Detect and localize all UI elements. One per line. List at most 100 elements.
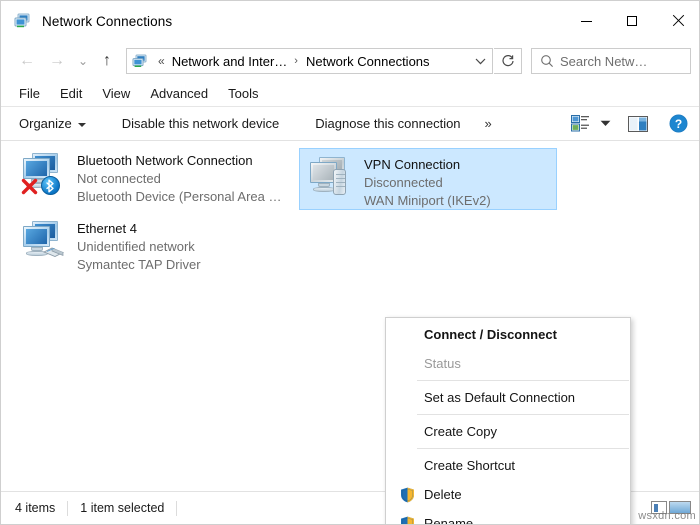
context-menu-label: Create Shortcut — [424, 458, 516, 473]
disable-network-device-button[interactable]: Disable this network device — [112, 112, 290, 135]
vpn-adapter-icon — [308, 155, 356, 200]
context-menu: Connect / Disconnect Status Set as Defau… — [385, 317, 631, 524]
context-menu-label: Set as Default Connection — [424, 390, 576, 405]
list-item-bluetooth-network-connection[interactable]: Bluetooth Network Connection Not connect… — [13, 145, 293, 212]
context-menu-item-create-copy[interactable]: Create Copy — [386, 417, 630, 446]
connection-device: Symantec TAP Driver — [77, 257, 201, 272]
close-icon — [672, 15, 684, 27]
menu-tools[interactable]: Tools — [219, 84, 267, 103]
menu-file[interactable]: File — [10, 84, 49, 103]
title-bar: Network Connections — [1, 1, 699, 41]
context-menu-item-delete[interactable]: Delete — [386, 480, 630, 509]
organize-button[interactable]: Organize — [9, 112, 96, 135]
menu-icon-slot — [395, 325, 419, 345]
connections-list: Bluetooth Network Connection Not connect… — [1, 141, 699, 524]
recent-locations-button[interactable]: ⌄ — [72, 47, 94, 75]
address-dropdown-button[interactable] — [468, 49, 492, 73]
context-menu-item-set-as-default-connection[interactable]: Set as Default Connection — [386, 383, 630, 412]
connection-text-block: VPN Connection Disconnected WAN Miniport… — [364, 155, 491, 210]
context-menu-separator — [417, 414, 629, 415]
minimize-button[interactable] — [563, 1, 609, 41]
command-toolbar: Organize Disable this network device Dia… — [1, 107, 699, 141]
refresh-button[interactable] — [494, 48, 522, 74]
context-menu-item-rename[interactable]: Rename — [386, 509, 630, 524]
search-box[interactable]: Search Netw… — [531, 48, 691, 74]
search-input-placeholder[interactable]: Search Netw… — [560, 54, 647, 69]
bluetooth-badge-icon — [41, 176, 60, 195]
menu-icon-slot — [395, 456, 419, 476]
refresh-icon — [501, 55, 514, 67]
breadcrumb: « Network and Inter… › Network Connectio… — [153, 53, 468, 70]
chevron-down-icon — [600, 120, 610, 126]
context-menu-separator — [417, 448, 629, 449]
watermark-text: wsxdn.com — [638, 510, 696, 522]
view-options-dropdown[interactable] — [595, 111, 615, 137]
uac-shield-icon — [395, 485, 419, 505]
help-button[interactable]: ? — [663, 111, 693, 137]
help-icon: ? — [669, 114, 687, 133]
context-menu-item-status: Status — [386, 349, 630, 378]
minimize-icon — [580, 20, 592, 22]
preview-pane-button[interactable] — [623, 111, 653, 137]
view-options-button[interactable] — [565, 111, 595, 137]
list-item-ethernet-4[interactable]: Ethernet 4 Unidentified network Symantec… — [13, 213, 293, 280]
status-divider — [176, 500, 178, 516]
diagnose-connection-button[interactable]: Diagnose this connection — [305, 112, 470, 135]
connection-name: Bluetooth Network Connection — [77, 153, 253, 168]
breadcrumb-separator: › — [294, 55, 298, 67]
context-menu-label: Create Copy — [424, 424, 497, 439]
menu-edit[interactable]: Edit — [51, 84, 91, 103]
list-item-vpn-connection[interactable]: VPN Connection Disconnected WAN Miniport… — [299, 148, 557, 210]
connection-device: WAN Miniport (IKEv2) — [364, 193, 491, 208]
connection-status: Not connected — [77, 171, 161, 186]
status-item-count: 4 items — [15, 501, 56, 515]
breadcrumb-item-network-connections[interactable]: Network Connections — [304, 53, 432, 70]
menu-advanced[interactable]: Advanced — [141, 84, 217, 103]
toolbar-overflow-button[interactable]: » — [477, 112, 500, 135]
connection-name: VPN Connection — [364, 157, 461, 172]
context-menu-label: Status — [424, 356, 461, 371]
up-button[interactable]: ↑ — [94, 47, 120, 75]
search-icon — [540, 54, 554, 68]
menu-icon-slot — [395, 422, 419, 442]
context-menu-label: Delete — [424, 487, 462, 502]
view-options-icon — [570, 115, 589, 132]
watermark: wsxdn.com — [638, 510, 696, 522]
address-bar-icon — [132, 54, 149, 69]
context-menu-item-connect-disconnect[interactable]: Connect / Disconnect — [386, 320, 630, 349]
bluetooth-network-adapter-icon — [21, 151, 69, 196]
context-menu-separator — [417, 380, 629, 381]
toolbar-right-group: ? — [565, 111, 693, 137]
navigation-bar: ← → ⌄ ↑ « Network and Inter… › Network C… — [1, 41, 699, 81]
organize-label: Organize — [19, 116, 72, 131]
rj45-plug-icon — [42, 245, 65, 259]
window-icon — [14, 13, 32, 29]
back-button[interactable]: ← — [12, 47, 42, 75]
connection-status: Disconnected — [364, 175, 443, 190]
context-menu-item-create-shortcut[interactable]: Create Shortcut — [386, 451, 630, 480]
svg-text:?: ? — [674, 117, 681, 131]
connection-device: Bluetooth Device (Personal Area … — [77, 189, 282, 204]
uac-shield-icon — [395, 514, 419, 524]
connection-text-block: Ethernet 4 Unidentified network Symantec… — [77, 219, 201, 274]
breadcrumb-item-network-and-internet[interactable]: Network and Inter… — [170, 53, 290, 70]
address-bar[interactable]: « Network and Inter… › Network Connectio… — [126, 48, 493, 74]
connection-status: Unidentified network — [77, 239, 195, 254]
ethernet-adapter-icon — [21, 219, 69, 264]
status-divider — [67, 500, 69, 516]
menu-icon-slot — [395, 354, 419, 374]
menu-icon-slot — [395, 388, 419, 408]
connection-text-block: Bluetooth Network Connection Not connect… — [77, 151, 282, 206]
status-selection-count: 1 item selected — [80, 501, 165, 515]
forward-button[interactable]: → — [42, 47, 72, 75]
menu-view[interactable]: View — [93, 84, 139, 103]
connection-name: Ethernet 4 — [77, 221, 137, 236]
close-button[interactable] — [655, 1, 699, 41]
context-menu-label: Connect / Disconnect — [424, 327, 557, 342]
menu-bar: File Edit View Advanced Tools — [1, 81, 699, 107]
maximize-icon — [627, 16, 637, 26]
preview-pane-icon — [628, 115, 648, 132]
breadcrumb-overflow-chevron[interactable]: « — [153, 54, 170, 68]
maximize-button[interactable] — [609, 1, 655, 41]
chevron-down-icon — [77, 122, 86, 127]
